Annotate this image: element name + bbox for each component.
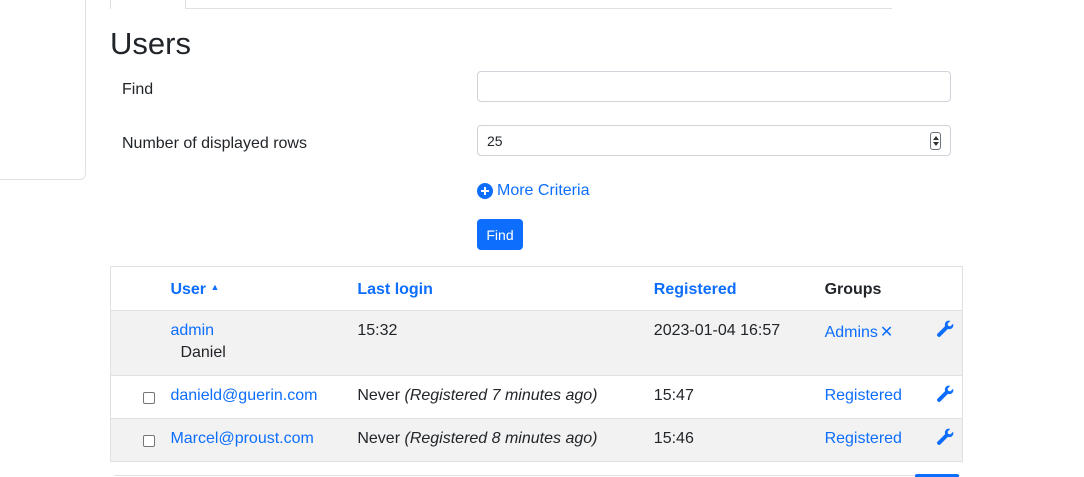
registered-cell: 2023-01-04 16:57 xyxy=(653,322,781,339)
page-title: Users xyxy=(110,26,191,61)
header-groups: Groups xyxy=(824,281,882,298)
registered-cell: 15:46 xyxy=(653,430,694,447)
row-checkbox[interactable] xyxy=(143,392,155,404)
more-criteria-label: More Criteria xyxy=(497,182,590,199)
last-login-note: (Registered 7 minutes ago) xyxy=(404,387,598,404)
left-sidebar-panel xyxy=(0,0,86,180)
active-tab[interactable] xyxy=(110,0,186,9)
wrench-icon[interactable] xyxy=(936,428,954,446)
user-link[interactable]: admin xyxy=(170,322,214,339)
more-criteria-link[interactable]: More Criteria xyxy=(477,182,589,200)
user-display-name: Daniel xyxy=(180,344,226,361)
group-link[interactable]: Registered xyxy=(825,430,902,447)
wrench-icon[interactable] xyxy=(936,320,954,338)
remove-group-icon[interactable]: ✕ xyxy=(880,324,893,341)
wrench-icon[interactable] xyxy=(936,385,954,403)
rows-label: Number of displayed rows xyxy=(122,135,307,152)
users-table: User ▲ Last login Registered Groups admi… xyxy=(110,266,963,462)
table-row: Marcel@proust.com Never (Registered 8 mi… xyxy=(110,418,963,462)
group-link[interactable]: Registered xyxy=(825,387,902,404)
last-login-cell: Never xyxy=(357,430,401,447)
last-login-cell: Never xyxy=(357,387,401,404)
plus-circle-icon xyxy=(477,183,493,199)
table-row: admin Daniel 15:32 2023-01-04 16:57 Admi… xyxy=(110,310,963,376)
group-link[interactable]: Admins xyxy=(825,324,878,341)
table-header-row: User ▲ Last login Registered Groups xyxy=(110,267,963,311)
registered-cell: 15:47 xyxy=(653,387,694,404)
find-button[interactable]: Find xyxy=(477,219,523,250)
header-registered[interactable]: Registered xyxy=(654,267,825,311)
rows-number-input[interactable]: 25 xyxy=(477,125,951,156)
caret-up-icon: ▲ xyxy=(210,282,220,292)
find-input[interactable] xyxy=(477,71,951,102)
row-checkbox[interactable] xyxy=(143,435,155,447)
rows-value: 25 xyxy=(487,133,503,149)
last-login-cell: 15:32 xyxy=(357,322,398,339)
find-label: Find xyxy=(122,81,154,98)
stepper-icon[interactable] xyxy=(930,132,941,150)
last-login-note: (Registered 8 minutes ago) xyxy=(404,430,598,447)
top-tab-bar xyxy=(110,0,892,9)
table-row: danield@guerin.com Never (Registered 7 m… xyxy=(110,376,963,419)
bottom-divider xyxy=(114,475,960,476)
user-link[interactable]: danield@guerin.com xyxy=(170,387,317,404)
header-last-login[interactable]: Last login xyxy=(357,267,653,311)
header-user[interactable]: User ▲ xyxy=(170,267,357,311)
user-link[interactable]: Marcel@proust.com xyxy=(170,430,313,447)
